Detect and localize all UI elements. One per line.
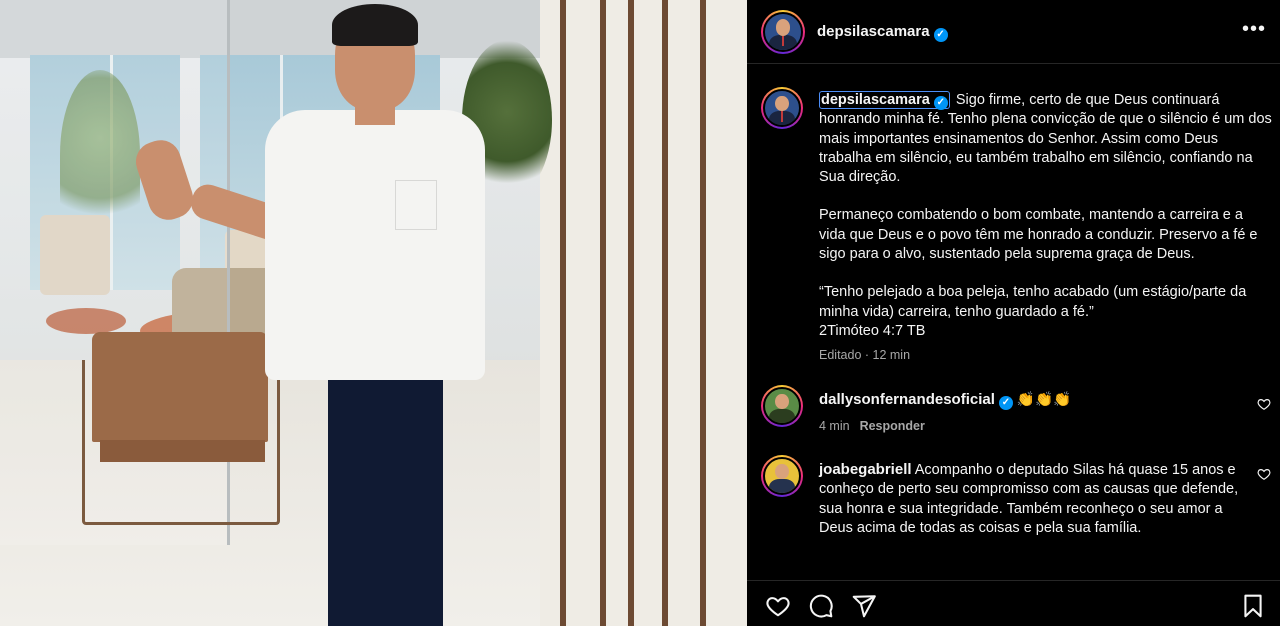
post-photo[interactable] — [0, 0, 747, 626]
commenter-avatar[interactable] — [761, 455, 803, 497]
caption-author-username[interactable]: depsilascamara ✓ — [819, 91, 950, 110]
photo-wall-slat — [560, 0, 566, 626]
photo-wall-slat — [700, 0, 706, 626]
person-hair — [332, 4, 418, 46]
caption-text: depsilascamara ✓ Sigo firme, certo de que… — [819, 91, 1273, 341]
photo-wall-slat — [662, 0, 668, 626]
caption-author-avatar[interactable] — [761, 87, 803, 129]
caption-reference: 2Timóteo 4:7 TB — [819, 322, 926, 339]
person-shirt — [265, 110, 485, 380]
photo-wall-slat — [628, 0, 634, 626]
comment-meta: 4 min Responder — [819, 419, 925, 433]
comment-time: 4 min — [819, 419, 850, 433]
bookmark-icon[interactable] — [1240, 593, 1266, 619]
commenter-avatar[interactable] — [761, 385, 803, 427]
more-options-button[interactable]: ••• — [1242, 18, 1266, 41]
author-username[interactable]: depsilascamara ✓ — [817, 23, 948, 42]
caption-paragraph: “Tenho pelejado a boa peleja, tenho acab… — [819, 284, 1247, 320]
caption-meta: Editado · 12 min — [819, 348, 911, 362]
comment-text: dallysonfernandesoficial ✓ 👏👏👏 — [819, 390, 1239, 410]
paper-plane-icon[interactable] — [851, 593, 877, 619]
verified-badge-icon: ✓ — [933, 96, 948, 110]
commenter-username[interactable]: dallysonfernandesoficial ✓ — [819, 391, 1013, 410]
caption-paragraph: Permaneço combatendo o bom combate, mant… — [819, 207, 1258, 263]
photo-wall-slat — [600, 0, 606, 626]
comment-icon[interactable] — [808, 593, 834, 619]
post-header: depsilascamara ✓ ••• — [747, 0, 1280, 64]
heart-icon[interactable] — [765, 593, 791, 619]
photo-person — [130, 0, 510, 626]
author-avatar[interactable] — [761, 10, 805, 54]
reply-button[interactable]: Responder — [860, 419, 925, 433]
post-panel: depsilascamara ✓ ••• depsilascamara ✓ Sigo… — [747, 0, 1280, 626]
photo-slatted-wall — [540, 0, 747, 626]
verified-badge-icon: ✓ — [933, 28, 948, 42]
commenter-username[interactable]: joabegabriell — [819, 461, 912, 478]
comment-like-icon[interactable] — [1257, 467, 1271, 481]
comment-text: joabegabriell Acompanho o deputado Silas… — [819, 460, 1239, 538]
person-pants — [328, 368, 443, 626]
post-actions-bar — [747, 580, 1280, 626]
verified-badge-icon: ✓ — [998, 396, 1013, 410]
person-shirt-pocket — [395, 180, 437, 230]
comment-body: 👏👏👏 — [1016, 392, 1072, 408]
comment-like-icon[interactable] — [1257, 397, 1271, 411]
